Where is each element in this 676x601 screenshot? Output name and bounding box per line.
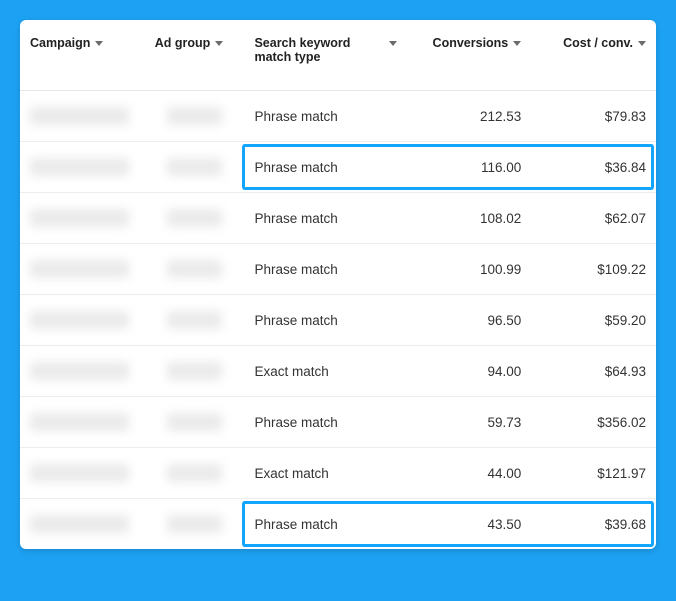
- matchtype-cell: Phrase match: [244, 397, 406, 448]
- conversions-cell: 43.50: [407, 499, 532, 550]
- redacted-campaign: [30, 107, 129, 125]
- adgroup-cell: [145, 346, 245, 397]
- adgroup-cell: [145, 448, 245, 499]
- sort-caret-icon: [95, 41, 103, 46]
- col-header-matchtype[interactable]: Search keyword match type: [244, 20, 406, 91]
- campaign-cell: [20, 91, 145, 142]
- adgroup-cell: [145, 499, 245, 550]
- campaign-cell: [20, 244, 145, 295]
- col-header-costperconv[interactable]: Cost / conv.: [531, 20, 656, 91]
- campaign-cell: [20, 499, 145, 550]
- costperconv-cell: $59.20: [531, 295, 656, 346]
- redacted-adgroup: [167, 515, 221, 533]
- sort-caret-icon: [389, 41, 397, 46]
- table-row[interactable]: Phrase match212.53$79.83: [20, 91, 656, 142]
- campaign-cell: [20, 346, 145, 397]
- adgroup-cell: [145, 244, 245, 295]
- matchtype-cell: Phrase match: [244, 499, 406, 550]
- conversions-cell: 108.02: [407, 193, 532, 244]
- table-row[interactable]: Exact match44.00$121.97: [20, 448, 656, 499]
- redacted-adgroup: [167, 158, 221, 176]
- col-label: Ad group: [155, 36, 211, 50]
- keywords-table: Campaign Ad group Search keyword match t…: [20, 20, 656, 549]
- col-label: Campaign: [30, 36, 90, 50]
- sort-caret-icon: [638, 41, 646, 46]
- adgroup-cell: [145, 295, 245, 346]
- conversions-cell: 59.73: [407, 397, 532, 448]
- redacted-campaign: [30, 158, 129, 176]
- col-label: Conversions: [433, 36, 509, 50]
- col-label: Search keyword match type: [254, 36, 383, 64]
- highlight-box: [525, 144, 654, 190]
- report-table-card: Campaign Ad group Search keyword match t…: [20, 20, 656, 549]
- conversions-cell: 212.53: [407, 91, 532, 142]
- table-header-row: Campaign Ad group Search keyword match t…: [20, 20, 656, 91]
- adgroup-cell: [145, 91, 245, 142]
- matchtype-cell: Phrase match: [244, 142, 406, 193]
- redacted-adgroup: [167, 260, 221, 278]
- costperconv-cell: $36.84: [531, 142, 656, 193]
- redacted-adgroup: [167, 413, 221, 431]
- costperconv-cell: $64.93: [531, 346, 656, 397]
- conversions-cell: 94.00: [407, 346, 532, 397]
- table-body: Phrase match212.53$79.83Phrase match116.…: [20, 91, 656, 550]
- table-row[interactable]: Phrase match96.50$59.20: [20, 295, 656, 346]
- redacted-campaign: [30, 362, 129, 380]
- redacted-adgroup: [167, 464, 221, 482]
- redacted-adgroup: [167, 107, 221, 125]
- conversions-cell: 116.00: [407, 142, 532, 193]
- campaign-cell: [20, 397, 145, 448]
- table-row[interactable]: Phrase match116.00$36.84: [20, 142, 656, 193]
- matchtype-cell: Phrase match: [244, 91, 406, 142]
- adgroup-cell: [145, 142, 245, 193]
- col-header-adgroup[interactable]: Ad group: [145, 20, 245, 91]
- table-row[interactable]: Phrase match43.50$39.68: [20, 499, 656, 550]
- highlight-box: [242, 501, 412, 547]
- campaign-cell: [20, 295, 145, 346]
- conversions-cell: 100.99: [407, 244, 532, 295]
- table-row[interactable]: Phrase match59.73$356.02: [20, 397, 656, 448]
- highlight-box: [242, 144, 412, 190]
- adgroup-cell: [145, 397, 245, 448]
- col-header-conversions[interactable]: Conversions: [407, 20, 532, 91]
- campaign-cell: [20, 193, 145, 244]
- redacted-campaign: [30, 464, 129, 482]
- redacted-campaign: [30, 209, 129, 227]
- matchtype-cell: Phrase match: [244, 244, 406, 295]
- matchtype-cell: Phrase match: [244, 295, 406, 346]
- col-header-campaign[interactable]: Campaign: [20, 20, 145, 91]
- highlight-box: [401, 144, 538, 190]
- redacted-campaign: [30, 260, 129, 278]
- costperconv-cell: $39.68: [531, 499, 656, 550]
- costperconv-cell: $62.07: [531, 193, 656, 244]
- campaign-cell: [20, 448, 145, 499]
- table-row[interactable]: Phrase match100.99$109.22: [20, 244, 656, 295]
- redacted-adgroup: [167, 362, 221, 380]
- redacted-campaign: [30, 413, 129, 431]
- costperconv-cell: $356.02: [531, 397, 656, 448]
- matchtype-cell: Phrase match: [244, 193, 406, 244]
- adgroup-cell: [145, 193, 245, 244]
- costperconv-cell: $79.83: [531, 91, 656, 142]
- matchtype-cell: Exact match: [244, 448, 406, 499]
- table-row[interactable]: Phrase match108.02$62.07: [20, 193, 656, 244]
- sort-caret-icon: [215, 41, 223, 46]
- sort-caret-icon: [513, 41, 521, 46]
- table-row[interactable]: Exact match94.00$64.93: [20, 346, 656, 397]
- matchtype-cell: Exact match: [244, 346, 406, 397]
- costperconv-cell: $121.97: [531, 448, 656, 499]
- highlight-box: [401, 501, 538, 547]
- redacted-adgroup: [167, 209, 221, 227]
- conversions-cell: 96.50: [407, 295, 532, 346]
- costperconv-cell: $109.22: [531, 244, 656, 295]
- highlight-box: [525, 501, 654, 547]
- conversions-cell: 44.00: [407, 448, 532, 499]
- redacted-campaign: [30, 311, 129, 329]
- campaign-cell: [20, 142, 145, 193]
- redacted-campaign: [30, 515, 129, 533]
- col-label: Cost / conv.: [563, 36, 633, 50]
- redacted-adgroup: [167, 311, 221, 329]
